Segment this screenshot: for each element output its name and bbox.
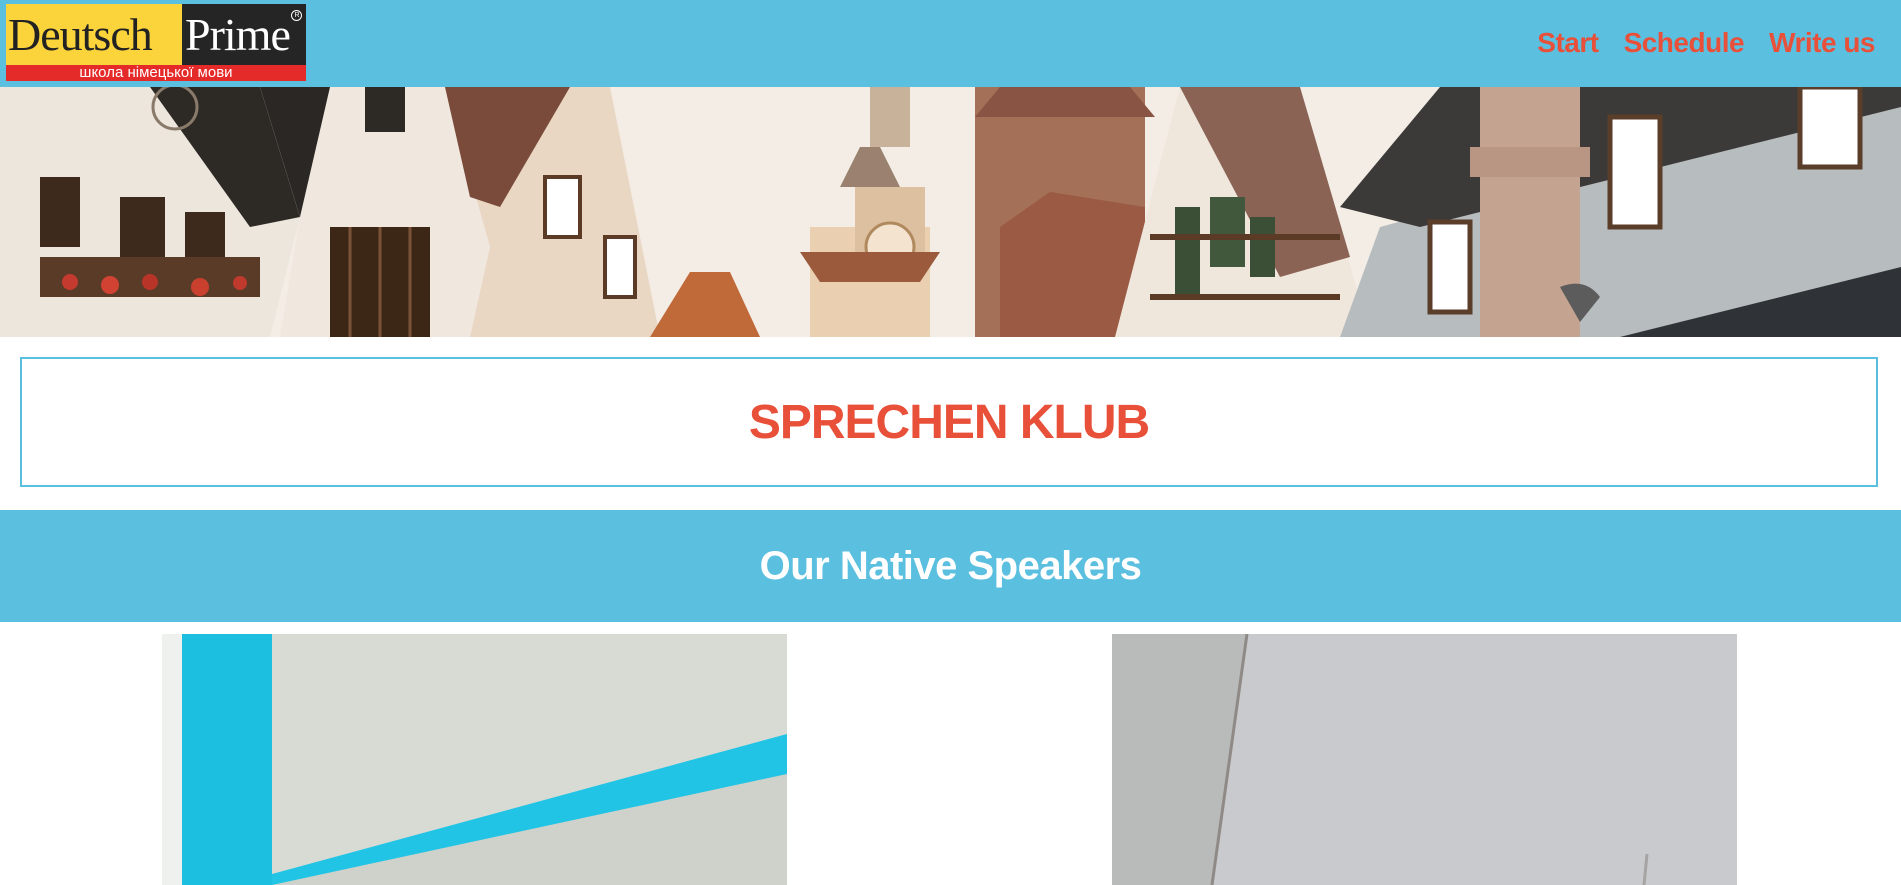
site-header: Deutsch Prime R школа німецької мови Sta…: [0, 0, 1901, 87]
nav-link-write-us[interactable]: Write us: [1769, 27, 1875, 59]
speaker-photo-right-image: [1112, 634, 1737, 885]
speaker-photo-left-image: [162, 634, 787, 885]
logo-wordmark: Deutsch Prime R: [6, 4, 306, 65]
logo-prime-text: Prime: [185, 9, 291, 60]
logo-word-prime: Prime R: [182, 4, 306, 65]
deutsch-prime-logo[interactable]: Deutsch Prime R школа німецької мови: [6, 4, 306, 81]
page-title: SPRECHEN KLUB: [748, 395, 1150, 449]
registered-mark-icon: R: [291, 10, 302, 21]
speaker-photo-left[interactable]: [162, 634, 787, 885]
main-nav: Start Schedule Write us: [1537, 24, 1875, 62]
logo-subtitle: школа німецької мови: [6, 65, 306, 81]
nav-link-schedule[interactable]: Schedule: [1624, 27, 1745, 59]
nav-link-start[interactable]: Start: [1537, 27, 1599, 59]
speakers-section-header: Our Native Speakers: [0, 510, 1901, 622]
hero-illustration: [0, 87, 1901, 337]
speakers-heading: Our Native Speakers: [759, 543, 1142, 588]
hero-image-old-town: [0, 87, 1901, 337]
page-title-box: SPRECHEN KLUB: [20, 357, 1878, 487]
logo-word-deutsch: Deutsch: [6, 4, 182, 65]
speaker-photo-right[interactable]: [1112, 634, 1737, 885]
